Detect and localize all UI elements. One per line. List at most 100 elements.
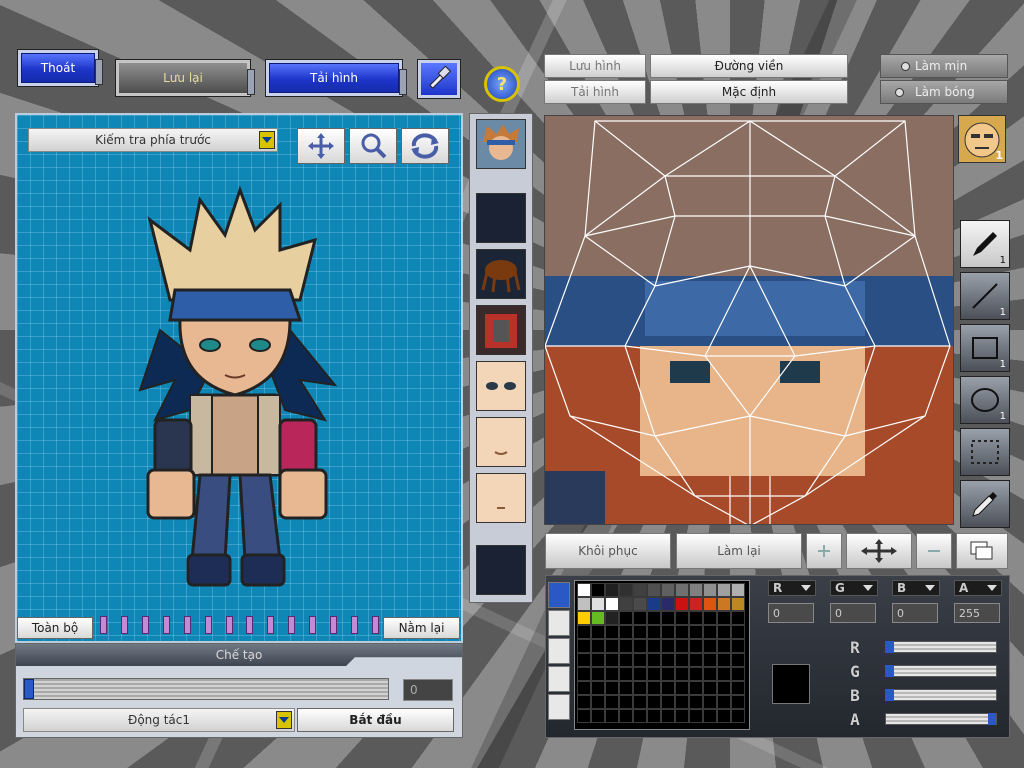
palette-swatch-empty[interactable] — [675, 667, 689, 681]
palette-swatch[interactable] — [703, 583, 717, 597]
palette-swatch-empty[interactable] — [619, 667, 633, 681]
save-button[interactable]: Lưu lại — [115, 59, 255, 97]
palette-swatch[interactable] — [591, 611, 605, 625]
smooth-radio[interactable] — [901, 62, 910, 71]
palette-swatch-empty[interactable] — [661, 681, 675, 695]
frame-slider-thumb[interactable] — [24, 679, 34, 699]
pen-tool[interactable]: 1 — [960, 220, 1010, 268]
palette-swatch[interactable] — [661, 597, 675, 611]
palette-swatch[interactable] — [605, 583, 619, 597]
thumb-face-1[interactable] — [476, 361, 526, 411]
texture-canvas[interactable] — [544, 115, 954, 525]
palette-swatch-empty[interactable] — [731, 709, 745, 723]
palette-swatch-empty[interactable] — [703, 695, 717, 709]
alpha-slider-thumb[interactable] — [988, 713, 996, 725]
palette-swatch[interactable] — [675, 597, 689, 611]
frame-tick[interactable] — [141, 616, 149, 634]
shade-option[interactable]: Làm bóng — [880, 80, 1008, 104]
frame-number[interactable]: 0 — [403, 679, 453, 701]
frame-tick[interactable] — [100, 616, 107, 634]
palette-swatch-empty[interactable] — [661, 667, 675, 681]
eyedropper-tool[interactable] — [960, 480, 1010, 528]
channel-g-value[interactable]: 0 — [830, 603, 876, 623]
red-slider[interactable] — [885, 641, 997, 653]
palette-swatch-empty[interactable] — [577, 681, 591, 695]
frame-tick[interactable] — [330, 616, 338, 634]
thumb-face-3[interactable] — [476, 473, 526, 523]
palette-swatch-empty[interactable] — [577, 709, 591, 723]
thumb-character-face[interactable] — [476, 119, 526, 169]
palette-swatch[interactable] — [731, 597, 745, 611]
frame-tick[interactable] — [267, 616, 275, 634]
palette-swatch-empty[interactable] — [703, 611, 717, 625]
palette-swatch[interactable] — [703, 597, 717, 611]
palette-swatch-empty[interactable] — [661, 625, 675, 639]
palette-swatch[interactable] — [633, 597, 647, 611]
palette-swatch-empty[interactable] — [605, 653, 619, 667]
select-tool[interactable] — [960, 428, 1010, 476]
frame-tick[interactable] — [225, 616, 233, 634]
layer-button[interactable] — [956, 533, 1008, 569]
frame-tick[interactable] — [246, 616, 254, 634]
help-button[interactable]: ? — [484, 66, 520, 102]
palette-swatch-empty[interactable] — [633, 709, 647, 723]
palette-swatch-empty[interactable] — [619, 611, 633, 625]
palette-swatch[interactable] — [619, 583, 633, 597]
palette-tab-2[interactable] — [548, 610, 570, 636]
palette-swatch[interactable] — [619, 597, 633, 611]
palette-swatch-empty[interactable] — [703, 667, 717, 681]
green-slider[interactable] — [885, 665, 997, 677]
ellipse-tool[interactable]: 1 — [960, 376, 1010, 424]
thumb-face-2[interactable] — [476, 417, 526, 467]
palette-swatch-empty[interactable] — [661, 653, 675, 667]
shade-radio[interactable] — [895, 88, 904, 97]
rectangle-tool[interactable]: 1 — [960, 324, 1010, 372]
palette-swatch-empty[interactable] — [703, 681, 717, 695]
palette-swatch-empty[interactable] — [661, 611, 675, 625]
palette-swatch-empty[interactable] — [619, 709, 633, 723]
palette-tab-4[interactable] — [548, 666, 570, 692]
palette-swatch-empty[interactable] — [577, 653, 591, 667]
palette-swatch-empty[interactable] — [633, 695, 647, 709]
palette-swatch-empty[interactable] — [675, 639, 689, 653]
palette-swatch-empty[interactable] — [731, 695, 745, 709]
blue-slider[interactable] — [885, 689, 997, 701]
rotate-tool[interactable] — [401, 128, 449, 164]
palette-swatch-empty[interactable] — [647, 653, 661, 667]
blue-slider-thumb[interactable] — [886, 689, 894, 701]
palette-swatch-empty[interactable] — [689, 681, 703, 695]
palette-swatch[interactable] — [591, 597, 605, 611]
palette-swatch-empty[interactable] — [661, 709, 675, 723]
palette-swatch-empty[interactable] — [647, 681, 661, 695]
palette-swatch-empty[interactable] — [591, 709, 605, 723]
palette-swatch-empty[interactable] — [605, 667, 619, 681]
palette-swatch-empty[interactable] — [633, 611, 647, 625]
palette-swatch-empty[interactable] — [577, 695, 591, 709]
palette-swatch-empty[interactable] — [647, 695, 661, 709]
hammer-button[interactable] — [417, 59, 461, 99]
frame-tick[interactable] — [162, 616, 170, 634]
channel-b-value[interactable]: 0 — [892, 603, 938, 623]
palette-swatch-empty[interactable] — [661, 639, 675, 653]
palette-swatch-empty[interactable] — [689, 667, 703, 681]
palette-swatch-empty[interactable] — [731, 611, 745, 625]
palette-swatch[interactable] — [647, 597, 661, 611]
palette-swatch-empty[interactable] — [717, 695, 731, 709]
frame-tick[interactable] — [183, 616, 191, 634]
red-slider-thumb[interactable] — [886, 641, 894, 653]
green-slider-thumb[interactable] — [886, 665, 894, 677]
palette-swatch-empty[interactable] — [591, 695, 605, 709]
palette-swatch-empty[interactable] — [675, 695, 689, 709]
palette-swatch[interactable] — [689, 597, 703, 611]
palette-swatch-empty[interactable] — [717, 625, 731, 639]
palette-swatch-empty[interactable] — [619, 639, 633, 653]
all-button[interactable]: Toàn bộ — [17, 617, 93, 639]
palette-swatch-empty[interactable] — [633, 625, 647, 639]
palette-swatch-empty[interactable] — [703, 653, 717, 667]
line-tool[interactable]: 1 — [960, 272, 1010, 320]
palette-swatch-empty[interactable] — [689, 625, 703, 639]
palette-swatch-empty[interactable] — [731, 625, 745, 639]
frame-tick[interactable] — [309, 616, 317, 634]
load-image-button[interactable]: Tải hình — [544, 80, 646, 104]
palette-swatch-empty[interactable] — [605, 709, 619, 723]
